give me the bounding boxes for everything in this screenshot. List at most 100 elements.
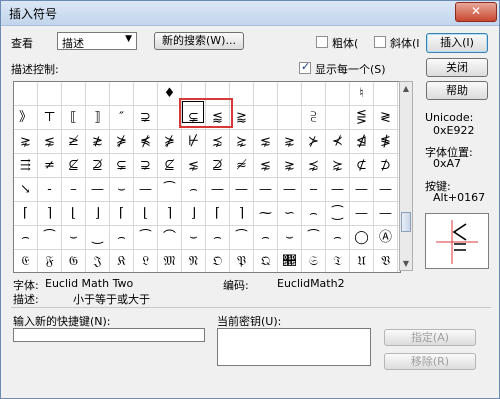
symbol-cell[interactable]: ⋧ [278,154,302,178]
symbol-cell[interactable]: ⌈ [14,202,38,226]
close-button[interactable]: 关闭 [426,58,488,77]
symbol-cell[interactable]: ⋦ [182,154,206,178]
symbol-cell[interactable]: ⌊ [62,202,86,226]
symbol-cell[interactable]: ↘ [14,178,38,202]
symbol-cell[interactable]: ‒ [302,178,326,202]
symbol-cell[interactable]: 𝔗 [326,250,350,272]
symbol-cell[interactable]: — [206,178,230,202]
symbol-cell[interactable]: ⋩ [326,154,350,178]
symbol-cell[interactable]: ⌢ [302,202,326,226]
symbol-cell[interactable]: 》 [14,106,38,130]
symbol-cell[interactable]: ⋧ [14,130,38,154]
symbol-cell[interactable]: ⊄ [350,154,374,178]
symbol-cell[interactable]: — [374,178,398,202]
symbol-cell[interactable]: ⇶ [14,154,38,178]
symbol-cell[interactable] [134,82,158,106]
symbol-cell[interactable]: ⌢ [254,226,278,250]
symbol-cell[interactable]: ‿ [86,226,110,250]
symbol-cell[interactable]: ⌉ [230,202,254,226]
symbol-cell[interactable]: ⌢ [206,226,230,250]
symbol-cell[interactable]: ⌒ [158,226,182,250]
symbol-cell[interactable]: 𝔓 [230,250,254,272]
remove-button[interactable]: 移除(R) [384,353,476,370]
symbol-cell[interactable]: ⁀ [230,226,254,250]
symbol-cell[interactable]: ⟦ [62,106,86,130]
symbol-cell[interactable]: ⌣ [62,226,86,250]
symbol-cell[interactable]: ⌢ [326,226,350,250]
close-window-button[interactable]: ✕ [455,2,497,22]
symbol-cell[interactable]: — [374,202,398,226]
symbol-cell[interactable] [62,82,86,106]
symbol-cell[interactable]: – [62,178,86,202]
symbol-cell[interactable]: ⁀ [38,226,62,250]
symbol-cell[interactable]: ≷ [374,106,398,130]
symbol-cell[interactable]: ⊁ [302,130,326,154]
symbol-cell[interactable]: ⊤ [38,106,62,130]
symbol-cell[interactable]: ⋡ [110,130,134,154]
symbol-cell[interactable] [278,106,302,130]
symbol-cell[interactable]: — [278,178,302,202]
help-button[interactable]: 帮助 [426,81,488,100]
symbol-cell[interactable]: 𝔒 [206,250,230,272]
scroll-thumb[interactable] [401,212,411,232]
symbol-cell[interactable]: ≉ [230,154,254,178]
symbol-cell[interactable]: — [230,178,254,202]
symbol-cell[interactable]: ⌈ [110,202,134,226]
symbol-cell[interactable]: — [86,178,110,202]
symbol-cell[interactable] [302,82,326,106]
symbol-cell[interactable]: ⪆ [230,106,254,130]
symbol-cell[interactable]: 𝔖 [302,250,326,272]
symbol-cell[interactable]: ⁀ [302,226,326,250]
symbol-cell[interactable]: ⊬ [182,130,206,154]
bold-checkbox[interactable] [316,36,328,48]
current-key-list[interactable] [217,328,371,366]
symbol-cell[interactable] [38,82,62,106]
symbol-cell[interactable] [254,82,278,106]
symbol-cell[interactable]: ⟧ [86,106,110,130]
show-one-checkbox[interactable] [299,60,311,74]
symbol-cell[interactable]: ⋦ [38,130,62,154]
scroll-up-icon[interactable]: ▲ [400,82,412,95]
symbol-cell[interactable]: ◯ [350,226,374,250]
symbol-cell[interactable] [254,106,278,130]
symbol-cell[interactable]: ⌈ [206,202,230,226]
symbol-cell[interactable]: 𝔙 [374,250,398,272]
symbol-cell[interactable]: ♮ [350,82,374,106]
italic-checkbox[interactable] [374,36,386,48]
symbol-cell[interactable]: ⊉ [206,154,230,178]
symbol-cell[interactable]: ⌣ [182,226,206,250]
symbol-cell[interactable]: ⌢ [14,226,38,250]
symbol-cell[interactable]: ⌢ [110,226,134,250]
symbol-cell[interactable]: ⊋ [134,154,158,178]
symbol-cell[interactable]: ≠ [38,154,62,178]
symbol-cell[interactable]: 𝔎 [110,250,134,272]
symbol-cell[interactable]: ≸ [374,130,398,154]
new-search-button[interactable]: 新的搜索(W)... [154,32,244,50]
symbol-cell[interactable]: ⌢ [182,178,206,202]
symbol-cell[interactable]: 𝔔 [254,250,278,272]
symbol-cell[interactable] [326,106,350,130]
insert-button[interactable]: 插入(I) [426,33,488,53]
symbol-cell[interactable]: 𝔕 [278,250,302,272]
symbol-cell[interactable] [278,82,302,106]
symbol-cell[interactable]: — [350,202,374,226]
symbol-cell[interactable]: - [38,178,62,202]
symbol-cell[interactable]: ⌉ [38,202,62,226]
symbol-cell[interactable] [86,82,110,106]
symbol-cell[interactable]: ⋚ [350,106,374,130]
symbol-cell[interactable]: ⊋ [134,106,158,130]
symbol-cell[interactable]: ⊈ [62,154,86,178]
symbol-cell[interactable]: ⌣ [278,226,302,250]
symbol-cell[interactable] [110,82,134,106]
symbol-cell[interactable]: ⁐ [326,202,350,226]
new-shortcut-input[interactable] [13,328,205,342]
grid-scrollbar[interactable]: ▲ ▼ [399,81,413,271]
symbol-cell[interactable]: ⁀ [158,178,182,202]
scroll-down-icon[interactable]: ▼ [400,257,412,270]
symbol-cell[interactable]: — [350,178,374,202]
symbol-cell[interactable]: 𝔍 [86,250,110,272]
symbol-cell[interactable]: ⋧ [278,130,302,154]
symbol-cell[interactable]: ⋨ [302,154,326,178]
symbol-cell[interactable]: 𝔑 [182,250,206,272]
symbol-cell[interactable]: — [254,178,278,202]
